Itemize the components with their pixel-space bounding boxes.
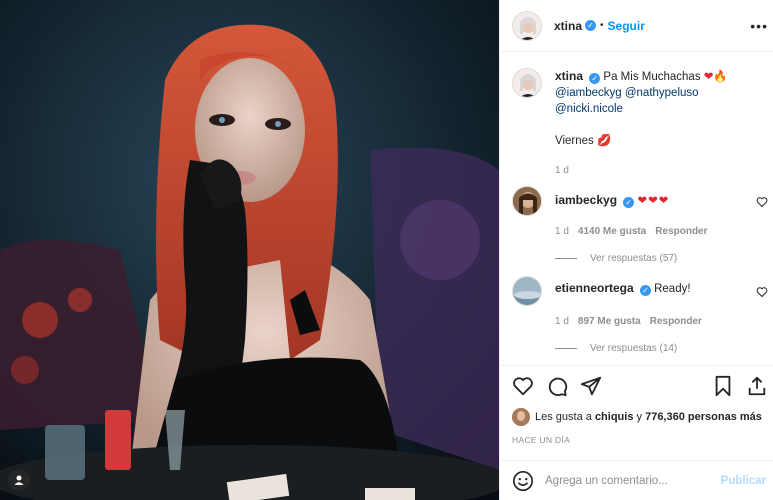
- comment-like-heart-icon[interactable]: [756, 286, 768, 298]
- view-replies-label: Ver respuestas (57): [590, 253, 678, 264]
- view-replies-button[interactable]: Ver respuestas (57): [555, 253, 770, 264]
- verified-badge-icon: ✓: [623, 197, 635, 208]
- comment-meta: 1 d 897 Me gusta Responder: [555, 316, 770, 327]
- comment-time[interactable]: 1 d: [555, 226, 569, 237]
- comment-likes[interactable]: 4140 Me gusta: [578, 226, 646, 237]
- comment-avatar[interactable]: [512, 186, 542, 216]
- comment-time[interactable]: 1 d: [555, 316, 569, 327]
- comment-body: iambeckyg ✓ ❤❤❤: [555, 186, 669, 216]
- emoji-icon[interactable]: [512, 470, 534, 492]
- instagram-post-view: xtina ✓ • Seguir ••• xtina ✓ Pa Mis Much…: [0, 0, 773, 500]
- comment-username[interactable]: etienneortega: [555, 281, 634, 295]
- caption-text-block: xtina ✓ Pa Mis Muchachas ❤🔥 @iambeckyg @…: [555, 68, 728, 179]
- bookmark-icon[interactable]: [712, 375, 734, 397]
- replies-divider: [555, 258, 577, 259]
- post-timestamp[interactable]: HACE UN DÍA: [512, 435, 570, 445]
- comment-composer: Agrega un comentario... Publicar: [500, 460, 773, 500]
- more-options-icon[interactable]: •••: [750, 18, 768, 34]
- action-bar: [500, 365, 773, 405]
- verified-badge-icon: ✓: [589, 73, 601, 84]
- post-header: xtina ✓ • Seguir •••: [500, 0, 773, 52]
- post-photo[interactable]: [0, 0, 499, 500]
- comment-icon[interactable]: [546, 375, 568, 397]
- follow-button[interactable]: Seguir: [608, 19, 645, 33]
- comment-avatar[interactable]: [512, 276, 542, 306]
- post-sidebar: xtina ✓ • Seguir ••• xtina ✓ Pa Mis Much…: [499, 0, 773, 500]
- caption: xtina ✓ Pa Mis Muchachas ❤🔥 @iambeckyg @…: [512, 68, 767, 179]
- comment-username[interactable]: iambeckyg: [555, 193, 617, 207]
- hearts-emoji-icon: ❤❤❤: [637, 195, 670, 207]
- comment-meta: 1 d 4140 Me gusta Responder: [555, 226, 770, 237]
- comment-item: etienneortega ✓ Ready! 1 d 897 Me gusta …: [512, 276, 770, 354]
- header-username[interactable]: xtina: [554, 19, 582, 33]
- liker-avatar[interactable]: [512, 408, 530, 426]
- verified-badge-icon: ✓: [585, 20, 597, 31]
- comment-likes[interactable]: 897 Me gusta: [578, 316, 641, 327]
- caption-avatar[interactable]: [512, 68, 542, 98]
- publish-button[interactable]: Publicar: [721, 475, 766, 487]
- heart-icon[interactable]: [512, 375, 534, 397]
- comment-text: Ready!: [654, 283, 691, 295]
- mention-link[interactable]: @iambeckyg: [555, 87, 622, 99]
- comment-input[interactable]: Agrega un comentario...: [545, 475, 668, 487]
- comment-like-heart-icon[interactable]: [756, 196, 768, 208]
- paper-plane-icon[interactable]: [580, 375, 602, 397]
- liker-username[interactable]: chiquis: [595, 411, 634, 423]
- mention-link[interactable]: @nathypeluso: [625, 87, 699, 99]
- caption-username[interactable]: xtina: [555, 69, 583, 83]
- likes-count[interactable]: 776,360 personas más: [645, 411, 762, 423]
- likes-middle: y: [636, 411, 643, 423]
- reply-button[interactable]: Responder: [655, 226, 707, 237]
- caption-text: Pa Mis Muchachas: [603, 71, 701, 83]
- mention-link[interactable]: @nicki.nicole: [555, 103, 623, 115]
- red-heart-emoji-icon: ❤: [703, 71, 714, 83]
- post-photo-illustration: [0, 0, 499, 500]
- view-replies-button[interactable]: Ver respuestas (14): [555, 343, 770, 354]
- user-tag-icon[interactable]: [8, 469, 30, 491]
- lips-emoji-icon: 💋: [597, 135, 612, 147]
- fire-emoji-icon: 🔥: [713, 71, 728, 83]
- comment-item: iambeckyg ✓ ❤❤❤ 1 d 4140 Me gusta Respon…: [512, 186, 770, 264]
- likes-summary: Les gusta a chiquis y 776,360 personas m…: [512, 408, 762, 426]
- verified-badge-icon: ✓: [639, 285, 651, 296]
- view-replies-label: Ver respuestas (14): [590, 343, 678, 354]
- separator-dot: •: [600, 20, 604, 31]
- replies-divider: [555, 348, 577, 349]
- likes-prefix: Les gusta a: [535, 411, 592, 423]
- avatar[interactable]: [512, 10, 542, 41]
- caption-line-2: Viernes: [555, 135, 594, 147]
- comment-body: etienneortega ✓ Ready!: [555, 276, 691, 306]
- share-icon[interactable]: [746, 375, 768, 397]
- reply-button[interactable]: Responder: [650, 316, 702, 327]
- caption-time[interactable]: 1 d: [555, 163, 728, 179]
